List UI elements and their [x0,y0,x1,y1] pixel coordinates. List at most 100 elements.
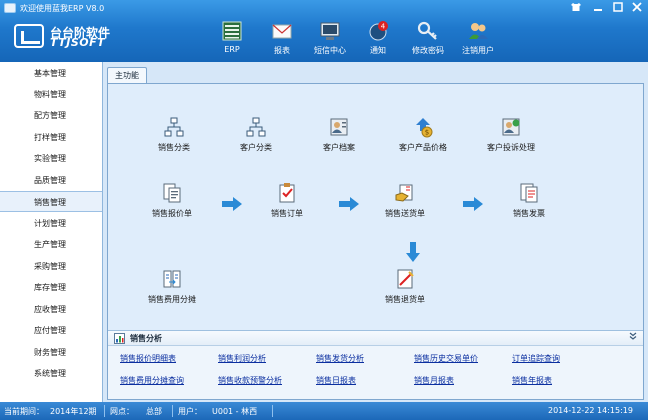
link-receipt-warning[interactable]: 销售收款预警分析 [218,375,282,386]
flow-arrow-right-icon [222,197,242,211]
sidebar-item-payable[interactable]: 应付管理 [0,320,102,341]
tab-main-functions[interactable]: 主功能 [107,67,147,83]
skin-icon[interactable] [568,2,584,14]
customer-archive-button[interactable]: 客户档案 [299,116,379,153]
sales-analysis-header[interactable]: 销售分析 [108,331,643,346]
close-icon[interactable] [629,2,645,14]
collapse-chevron-icon[interactable] [629,332,637,342]
sales-expense-allocation-button[interactable]: 销售费用分摊 [132,268,212,305]
link-monthly-report[interactable]: 销售月报表 [414,375,454,386]
flow-arrow-right-icon [339,197,359,211]
toolbar-erp-label: ERP [224,45,240,54]
sales-delivery-button[interactable]: 销售送货单 [365,182,445,219]
customer-category-label: 客户分类 [240,143,272,152]
sms-center-icon [320,22,340,40]
delivery-handshake-icon [395,184,413,202]
link-expense-query[interactable]: 销售费用分摊查询 [120,375,184,386]
function-panel: 销售分类 客户分类 客户档案 $ 客户产品价格 客户投诉处理 销售报价单 销售订… [107,83,644,400]
logout-users-icon [469,23,488,39]
erp-icon [222,21,242,41]
customer-product-price-button[interactable]: $ 客户产品价格 [383,116,463,153]
sales-return-label: 销售退货单 [385,295,425,304]
customer-category-button[interactable]: 客户分类 [216,116,296,153]
sales-quote-label: 销售报价单 [152,209,192,218]
logo-mark-icon [14,24,44,48]
toolbar-notify-button[interactable]: 4 通知 [350,20,406,60]
customer-archive-label: 客户档案 [323,143,355,152]
return-document-icon [397,269,414,289]
price-upload-icon: $ [416,118,433,138]
flow-arrow-right-icon [463,197,483,211]
sidebar-item-inventory[interactable]: 库存管理 [0,277,102,298]
toolbar-logout-button[interactable]: 注销用户 [450,20,506,60]
invoice-document-icon [520,183,538,203]
status-bar: 当前期间： 2014年12期 网点： 总部 用户： U001 - 林西 2014… [0,402,648,420]
link-order-tracking[interactable]: 订单追踪查询 [512,353,560,364]
flow-arrow-down-icon [406,242,420,262]
status-period-value: 2014年12期 [50,407,97,416]
sidebar-item-production[interactable]: 生产管理 [0,234,102,255]
status-user-label: 用户： [178,407,202,416]
sales-delivery-label: 销售送货单 [385,209,425,218]
order-checklist-icon [279,183,295,203]
sales-analysis-panel: 销售分析 销售报价明细表 销售利润分析 销售发货分析 销售历史交易单价 订单追踪… [108,330,643,399]
sidebar-item-finance[interactable]: 财务管理 [0,342,102,363]
expense-allocation-icon [163,270,181,288]
sales-return-button[interactable]: 销售退货单 [365,268,445,305]
sidebar-item-experiment[interactable]: 实验管理 [0,148,102,169]
analysis-chart-icon [114,333,125,344]
sidebar-item-system[interactable]: 系统管理 [0,363,102,384]
customer-product-price-label: 客户产品价格 [399,143,447,152]
hierarchy-icon [164,117,184,137]
sidebar-item-purchasing[interactable]: 采购管理 [0,256,102,277]
logo-text-en: TTJSOFT [50,36,106,49]
hierarchy-icon [246,117,266,137]
toolbar-password-button[interactable]: 修改密码 [400,20,456,60]
link-delivery-analysis[interactable]: 销售发货分析 [316,353,364,364]
sidebar-item-material[interactable]: 物料管理 [0,84,102,105]
link-yearly-report[interactable]: 销售年报表 [512,375,552,386]
toolbar-notify-label: 通知 [370,46,386,55]
sidebar-item-receivable[interactable]: 应收管理 [0,299,102,320]
status-user-value: U001 - 林西 [212,407,258,416]
toolbar-logout-label: 注销用户 [462,46,494,55]
sales-category-button[interactable]: 销售分类 [134,116,214,153]
toolbar-erp-button[interactable]: ERP [204,20,260,60]
status-site-label: 网点： [110,407,134,416]
sales-order-button[interactable]: 销售订单 [247,182,327,219]
link-daily-report[interactable]: 销售日报表 [316,375,356,386]
sales-quote-button[interactable]: 销售报价单 [132,182,212,219]
sales-order-label: 销售订单 [271,209,303,218]
sales-invoice-label: 销售发票 [513,209,545,218]
sidebar-item-planning[interactable]: 计划管理 [0,213,102,234]
sidebar-item-formula[interactable]: 配方管理 [0,105,102,126]
notification-badge: 4 [381,23,386,31]
report-mail-icon [272,24,292,39]
sidebar-item-quality[interactable]: 品质管理 [0,170,102,191]
status-datetime: 2014-12-22 14:15:19 [548,406,633,415]
sidebar-item-sales[interactable]: 销售管理 [0,191,102,212]
customer-complaint-icon [502,118,520,136]
customer-archive-icon [330,118,348,136]
maximize-icon[interactable] [610,2,626,14]
sales-expense-allocation-label: 销售费用分摊 [148,295,196,304]
customer-complaint-label: 客户投诉处理 [487,143,535,152]
minimize-icon[interactable] [590,2,606,14]
status-divider [272,405,273,417]
link-quote-detail[interactable]: 销售报价明细表 [120,353,176,364]
sidebar-item-sampling[interactable]: 打样管理 [0,127,102,148]
company-logo: 台台阶软件 TTJSOFT [14,22,134,50]
sales-invoice-button[interactable]: 销售发票 [489,182,569,219]
window-title: 欢迎使用蓝我ERP V8.0 [20,4,105,13]
status-period-label: 当前期间： [4,407,44,416]
sales-category-label: 销售分类 [158,143,190,152]
sidebar-item-basic[interactable]: 基本管理 [0,63,102,84]
status-divider [172,405,173,417]
svg-text:$: $ [425,129,429,137]
customer-complaint-button[interactable]: 客户投诉处理 [471,116,551,153]
status-site-value: 总部 [146,407,162,416]
link-profit-analysis[interactable]: 销售利润分析 [218,353,266,364]
sidebar: 基本管理 物料管理 配方管理 打样管理 实验管理 品质管理 销售管理 计划管理 … [0,62,103,402]
link-history-price[interactable]: 销售历史交易单价 [414,353,478,364]
status-divider [104,405,105,417]
